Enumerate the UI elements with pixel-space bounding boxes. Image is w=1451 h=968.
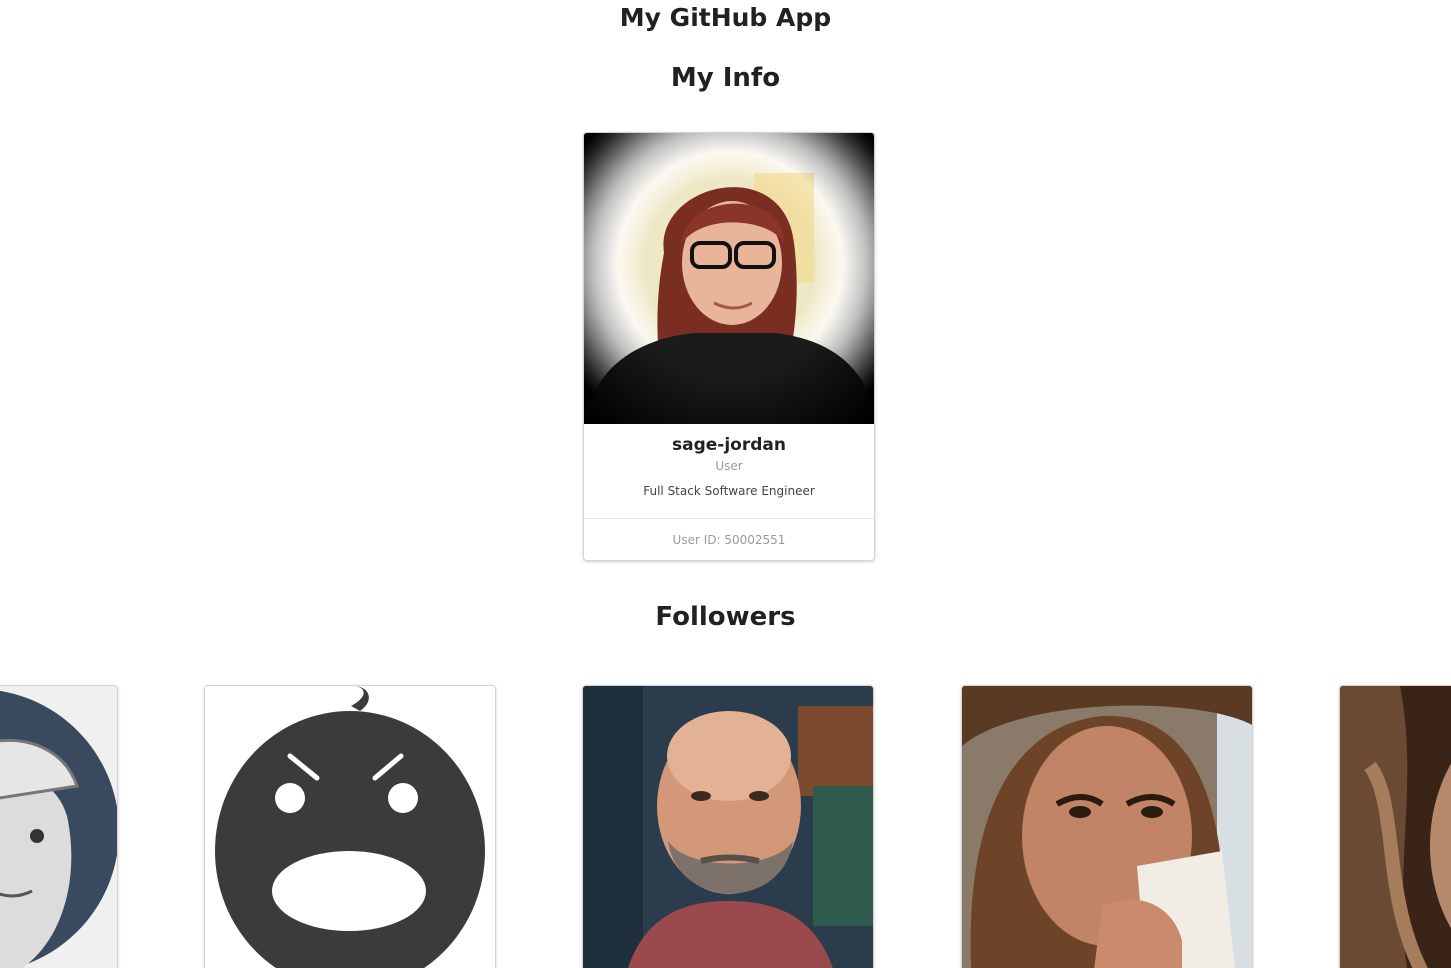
page: My GitHub App My Info sage-jordan User F… (0, 0, 1451, 968)
follower-avatar (583, 686, 873, 968)
profile-avatar (584, 133, 874, 424)
follower-card[interactable] (582, 685, 874, 968)
follower-avatar (205, 686, 495, 968)
follower-avatar (1340, 686, 1451, 968)
follower-avatar (962, 686, 1252, 968)
follower-card[interactable] (961, 685, 1253, 968)
profile-username[interactable]: sage-jordan (584, 434, 874, 456)
profile-user-type: User (715, 459, 743, 473)
my-info-heading: My Info (670, 63, 781, 93)
followers-heading: Followers (655, 602, 796, 632)
follower-card[interactable] (204, 685, 496, 968)
profile-user-id: User ID: 50002551 (584, 518, 874, 560)
follower-card[interactable] (1339, 685, 1451, 968)
follower-avatar (0, 686, 117, 968)
profile-bio: Full Stack Software Engineer (643, 484, 815, 498)
my-profile-card[interactable]: sage-jordan User Full Stack Software Eng… (583, 132, 875, 561)
follower-card[interactable] (0, 685, 118, 968)
app-title: My GitHub App (619, 3, 832, 32)
profile-card-content: sage-jordan User Full Stack Software Eng… (584, 424, 874, 500)
